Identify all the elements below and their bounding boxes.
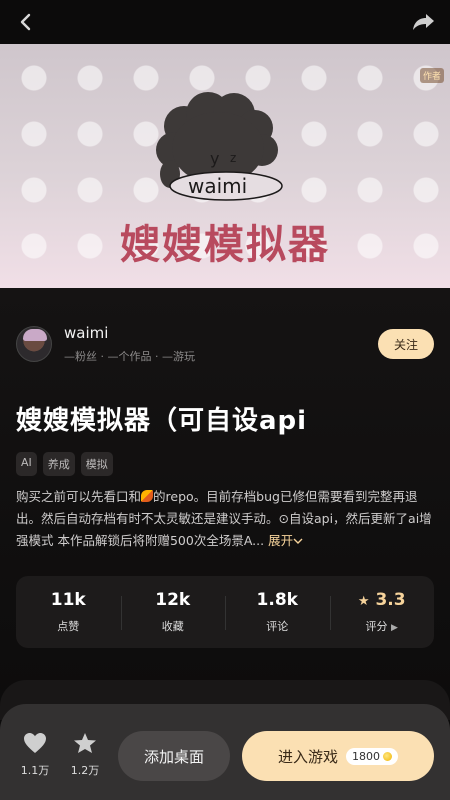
- svg-text:y: y: [210, 149, 219, 168]
- stat-value: 11k: [50, 590, 86, 610]
- star-icon: [74, 733, 96, 753]
- svg-text:z: z: [230, 151, 236, 165]
- game-description[interactable]: 购买之前可以先看口和 的repo。目前存档bug已修但需要看到完整再退出。然后自动…: [16, 486, 436, 552]
- tag-list: AI 养成 模拟: [16, 452, 113, 476]
- like-count: 1.1万: [20, 764, 50, 777]
- stat-comments[interactable]: 1.8k 评论: [225, 590, 330, 634]
- stat-likes[interactable]: 11k 点赞: [16, 590, 121, 634]
- stat-label: 评分 ▶: [365, 620, 398, 633]
- price-value: 1800: [352, 749, 380, 763]
- svg-text:waimi: waimi: [188, 174, 247, 198]
- back-button[interactable]: [14, 10, 38, 34]
- star-icon: ★: [357, 594, 370, 609]
- author-stats: —粉丝 · —个作品 · —游玩: [64, 350, 195, 363]
- coin-icon: [383, 751, 392, 761]
- tag-simulation[interactable]: 模拟: [80, 452, 113, 476]
- mango-emoji-icon: [141, 490, 154, 502]
- bottom-action-bar: 1.1万 1.2万 添加桌面 进入游戏 1800: [0, 704, 450, 800]
- expand-link[interactable]: 展开: [268, 533, 303, 548]
- cover-title: 嫂嫂模拟器: [120, 222, 330, 268]
- stat-label: 点赞: [57, 620, 80, 633]
- chevron-right-icon: ▶: [391, 623, 398, 633]
- cover-image: y z waimi 作者 嫂嫂模拟器: [0, 44, 450, 288]
- avatar[interactable]: [16, 326, 52, 362]
- enter-game-label: 进入游戏: [277, 747, 338, 766]
- desc-text-1: 购买之前可以先看口和: [16, 489, 142, 504]
- price-badge: 1800: [346, 747, 398, 765]
- author-row: waimi —粉丝 · —个作品 · —游玩 关注: [16, 324, 434, 364]
- follow-button[interactable]: 关注: [378, 329, 434, 359]
- author-badge: 作者: [419, 68, 444, 83]
- tag-ai[interactable]: AI: [16, 452, 37, 476]
- stat-value: 1.8k: [256, 590, 298, 610]
- top-bar: [0, 0, 450, 44]
- stats-card: 11k 点赞 12k 收藏 1.8k 评论 ★ 3.3 评分 ▶: [16, 576, 434, 648]
- favorite-count: 1.2万: [70, 764, 100, 777]
- stat-label: 收藏: [161, 620, 184, 633]
- heart-icon: [24, 733, 46, 753]
- stat-rating[interactable]: ★ 3.3 评分 ▶: [329, 590, 435, 634]
- cover-illustration: y z waimi: [156, 92, 283, 201]
- share-icon: [413, 14, 434, 30]
- tag-raising[interactable]: 养成: [42, 452, 75, 476]
- favorite-button[interactable]: 1.2万: [65, 732, 105, 778]
- add-to-desktop-button[interactable]: 添加桌面: [118, 731, 230, 781]
- like-button[interactable]: 1.1万: [15, 732, 55, 778]
- avatar-hat: [23, 329, 47, 341]
- share-button[interactable]: [412, 10, 436, 34]
- chevron-down-icon: [293, 538, 303, 544]
- enter-game-button[interactable]: 进入游戏 1800: [242, 731, 434, 781]
- game-detail: waimi —粉丝 · —个作品 · —游玩 关注 嫂嫂模拟器（可自设api A…: [0, 288, 450, 708]
- author-info[interactable]: waimi —粉丝 · —个作品 · —游玩: [64, 324, 195, 364]
- game-title: 嫂嫂模拟器（可自设api: [16, 406, 308, 436]
- stat-label: 评论: [266, 620, 289, 633]
- author-name: waimi: [64, 324, 109, 342]
- rating-value: ★ 3.3: [357, 590, 406, 610]
- stat-favorites[interactable]: 12k 收藏: [120, 590, 226, 634]
- stat-value: 12k: [155, 590, 191, 610]
- chevron-left-icon: [20, 13, 31, 31]
